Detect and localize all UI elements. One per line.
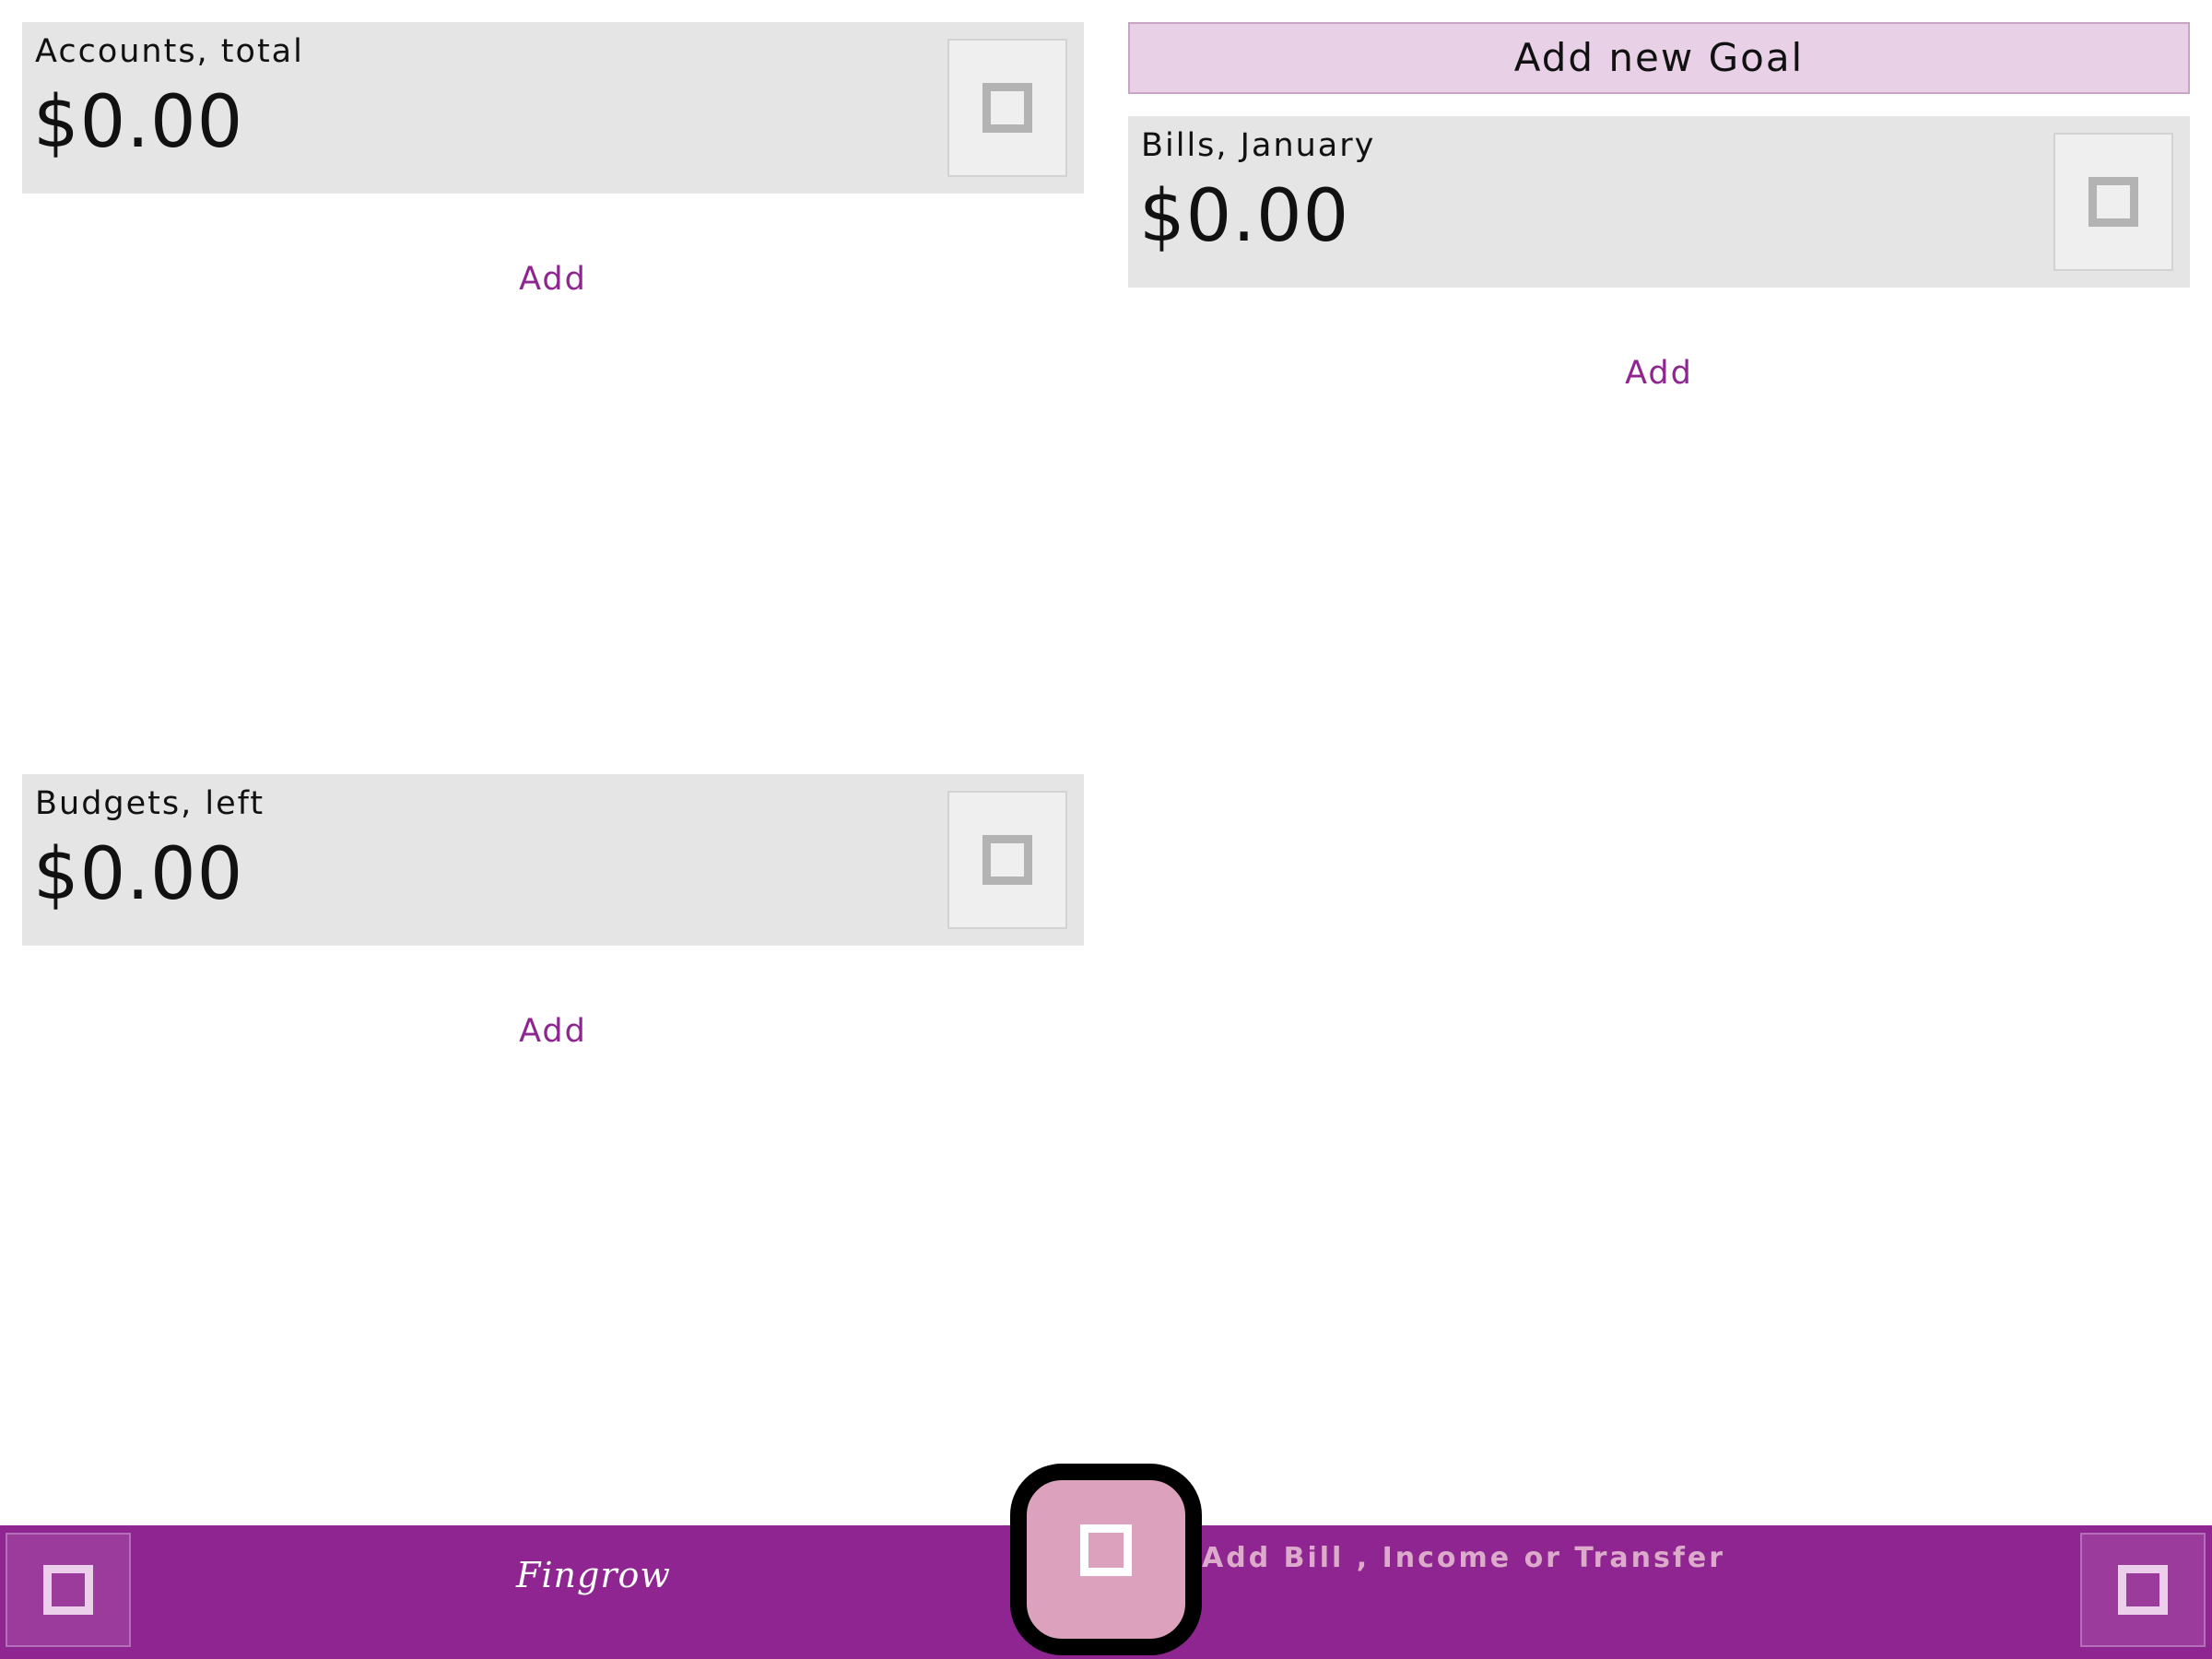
accounts-add-link[interactable]: Add — [22, 261, 1084, 298]
add-goal-button[interactable]: Add new Goal — [1128, 22, 2190, 94]
budgets-add-link[interactable]: Add — [22, 1013, 1084, 1050]
bills-action-button[interactable] — [2053, 133, 2173, 271]
bills-add-link[interactable]: Add — [1128, 355, 2190, 392]
add-transaction-hint: Add Bill , Income or Transfer — [1202, 1542, 1726, 1574]
budgets-card[interactable]: Budgets, left $0.00 — [22, 774, 1084, 946]
square-icon — [2118, 1565, 2168, 1615]
add-transaction-button[interactable] — [1010, 1464, 1202, 1655]
accounts-label: Accounts, total — [35, 33, 304, 70]
budgets-action-button[interactable] — [947, 791, 1067, 929]
square-icon — [2088, 177, 2138, 227]
budgets-amount: $0.00 — [33, 833, 244, 916]
bills-card[interactable]: Bills, January $0.00 — [1128, 116, 2190, 288]
square-icon — [982, 835, 1032, 885]
budgets-label: Budgets, left — [35, 785, 265, 822]
accounts-amount: $0.00 — [33, 81, 244, 164]
bills-amount: $0.00 — [1139, 175, 1350, 258]
menu-button[interactable] — [6, 1533, 131, 1647]
bills-label: Bills, January — [1141, 127, 1376, 164]
square-icon — [1080, 1524, 1132, 1576]
app-logo: Fingrow — [516, 1555, 671, 1595]
accounts-card[interactable]: Accounts, total $0.00 — [22, 22, 1084, 194]
accounts-action-button[interactable] — [947, 39, 1067, 177]
square-icon — [43, 1565, 93, 1615]
dashboard-page: Accounts, total $0.00 Add Budgets, left … — [0, 0, 2212, 1659]
square-icon — [982, 83, 1032, 133]
settings-button[interactable] — [2080, 1533, 2206, 1647]
